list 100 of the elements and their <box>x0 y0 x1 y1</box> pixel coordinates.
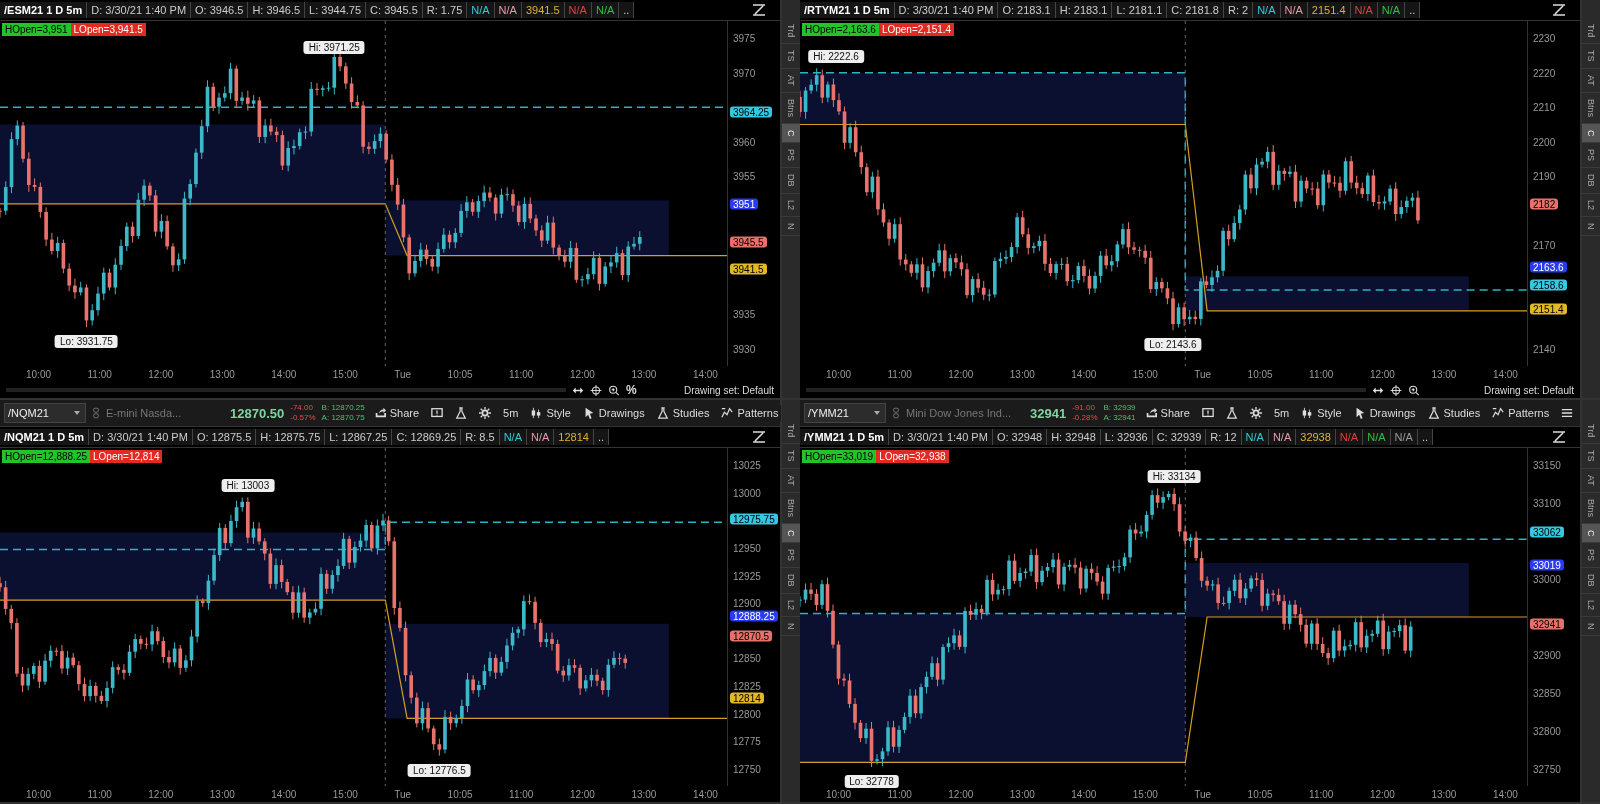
bid-ask-price: B: 32939 <box>1103 403 1136 413</box>
side-tab[interactable]: C <box>1582 123 1600 144</box>
time-axis-label: 13:00 <box>1009 368 1035 380</box>
study-value: N/A <box>564 2 592 18</box>
price-axis-label: 12750 <box>733 763 761 775</box>
crosshair-icon[interactable] <box>590 384 602 396</box>
crosshair-icon[interactable] <box>1390 384 1402 396</box>
price-axis-label: 33100 <box>1533 497 1561 509</box>
candle-style-icon <box>530 407 543 419</box>
time-axis-label: 11:00 <box>509 788 534 800</box>
study-value: N/A <box>1280 2 1308 18</box>
open-level-label: HOpen=12,888.25 <box>2 450 90 463</box>
price-axis-label: 2200 <box>1533 136 1556 148</box>
zoom-icon[interactable] <box>1408 384 1420 396</box>
time-axis-label: 13:00 <box>1009 788 1035 800</box>
link-icon[interactable] <box>92 406 100 420</box>
price-tag: 3964.25 <box>730 106 773 118</box>
more-indicator[interactable]: .. <box>1405 2 1421 18</box>
time-axis-label: 12:00 <box>569 788 595 800</box>
zigzag-icon[interactable] <box>1552 430 1566 444</box>
time-axis-label: 12:00 <box>569 368 595 380</box>
time-axis-label: 14:00 <box>692 788 718 800</box>
zigzag-icon[interactable] <box>1552 3 1566 17</box>
chart-info-cell: L: 2181.1 <box>1112 2 1168 18</box>
study-value: 2151.4 <box>1307 2 1351 18</box>
time-axis-label: 10:00 <box>826 368 852 380</box>
scrollbar[interactable] <box>6 388 566 392</box>
pattern-icon <box>1492 407 1505 419</box>
drawing-set-label[interactable]: Drawing set: Default <box>1483 384 1574 396</box>
study-value: N/A <box>1363 429 1391 445</box>
low-label: Lo: 12776.5 <box>407 763 471 777</box>
time-axis-label: 14:00 <box>1071 788 1097 800</box>
time-axis-label: 13:00 <box>1431 368 1457 380</box>
percent-button[interactable]: % <box>626 383 637 397</box>
chart-info-cell: C: 32939 <box>1152 429 1207 445</box>
study-value: N/A <box>1253 2 1281 18</box>
link-icon[interactable] <box>892 406 900 420</box>
time-axis-label: 15:00 <box>1132 368 1158 380</box>
time-axis-label: 10:00 <box>826 788 852 800</box>
time-axis-label: 11:00 <box>887 788 912 800</box>
more-indicator[interactable]: .. <box>619 2 635 18</box>
price-axis-label: 12800 <box>733 708 761 720</box>
study-value: N/A <box>1377 2 1406 18</box>
price-tag: 3941.5 <box>730 263 767 275</box>
price-tag: 32941 <box>1530 618 1564 630</box>
price-tag: 2151.4 <box>1530 303 1567 315</box>
time-axis-label: 11:00 <box>87 788 112 800</box>
net-change: -91.00 <box>1072 403 1096 413</box>
chart-info-cell: L: 32936 <box>1100 429 1153 445</box>
time-axis-label: 11:00 <box>87 368 112 380</box>
net-change: -74.00 <box>290 403 314 413</box>
pattern-icon <box>721 407 734 419</box>
chart-info-cell: C: 2181.8 <box>1167 2 1224 18</box>
price-axis-label: 32900 <box>1533 649 1561 661</box>
price-tag: 2158.6 <box>1530 279 1567 291</box>
zigzag-icon[interactable] <box>752 430 766 444</box>
time-axis-label: 10:05 <box>1247 368 1273 380</box>
side-tab[interactable]: C <box>782 523 800 544</box>
time-axis-label: 10:00 <box>26 368 52 380</box>
time-axis-label: 10:05 <box>1247 788 1273 800</box>
chart-info-cell: D: 3/30/21 1:40 PM <box>87 2 192 18</box>
time-axis-label: 14:00 <box>1492 368 1518 380</box>
high-label: Hi: 13003 <box>221 479 275 493</box>
bid-ask-price: B: 12870.25 <box>321 403 365 413</box>
low-label: Lo: 32778 <box>844 774 899 788</box>
high-label: Hi: 2222.6 <box>808 50 864 64</box>
price-axis-label: 12950 <box>733 542 761 554</box>
patterns-button[interactable]: Patterns <box>718 405 782 421</box>
scrollbar[interactable] <box>806 388 1366 392</box>
side-tab[interactable]: C <box>1582 523 1600 544</box>
price-axis-label: 33150 <box>1533 459 1561 471</box>
price-axis-label: 2220 <box>1533 67 1556 79</box>
price-axis-label: 2140 <box>1533 343 1556 355</box>
time-axis-label: 14:00 <box>692 368 718 380</box>
time-axis-label: 13:00 <box>209 368 235 380</box>
time-axis-label: 11:00 <box>887 368 912 380</box>
share-icon <box>1144 407 1157 419</box>
study-value: N/A <box>1350 2 1378 18</box>
side-tab[interactable]: C <box>782 123 800 144</box>
chart-info-cell: O: 12875.5 <box>192 429 257 445</box>
chart-info-cell: D: 3/30/21 1:40 PM <box>89 429 193 445</box>
price-axis-label: 3975 <box>733 32 756 44</box>
price-axis-label: 3930 <box>733 343 756 355</box>
drawing-set-label[interactable]: Drawing set: Default <box>683 384 774 396</box>
time-axis-label: 14:00 <box>271 368 297 380</box>
price-tag: 2182 <box>1530 198 1559 210</box>
time-axis-label: 11:00 <box>1309 788 1334 800</box>
symbol-field[interactable]: /YMM21 <box>804 403 886 423</box>
zoom-icon[interactable] <box>608 384 620 396</box>
candle-style-icon <box>1301 407 1314 419</box>
zigzag-icon[interactable] <box>752 3 766 17</box>
time-axis-label: 11:00 <box>1309 368 1334 380</box>
last-price: 32941 <box>1030 405 1067 421</box>
symbol-description: Mini Dow Jones Ind... <box>906 407 1013 419</box>
chart-info-cell: C: 12869.25 <box>392 429 462 445</box>
high-label: Hi: 3971.25 <box>303 41 365 54</box>
study-value: 32938 <box>1296 429 1336 445</box>
time-axis-label: 10:05 <box>447 368 473 380</box>
chart-info-cell: R: 8.5 <box>461 429 500 445</box>
symbol-field[interactable]: /NQM21 <box>4 403 86 423</box>
